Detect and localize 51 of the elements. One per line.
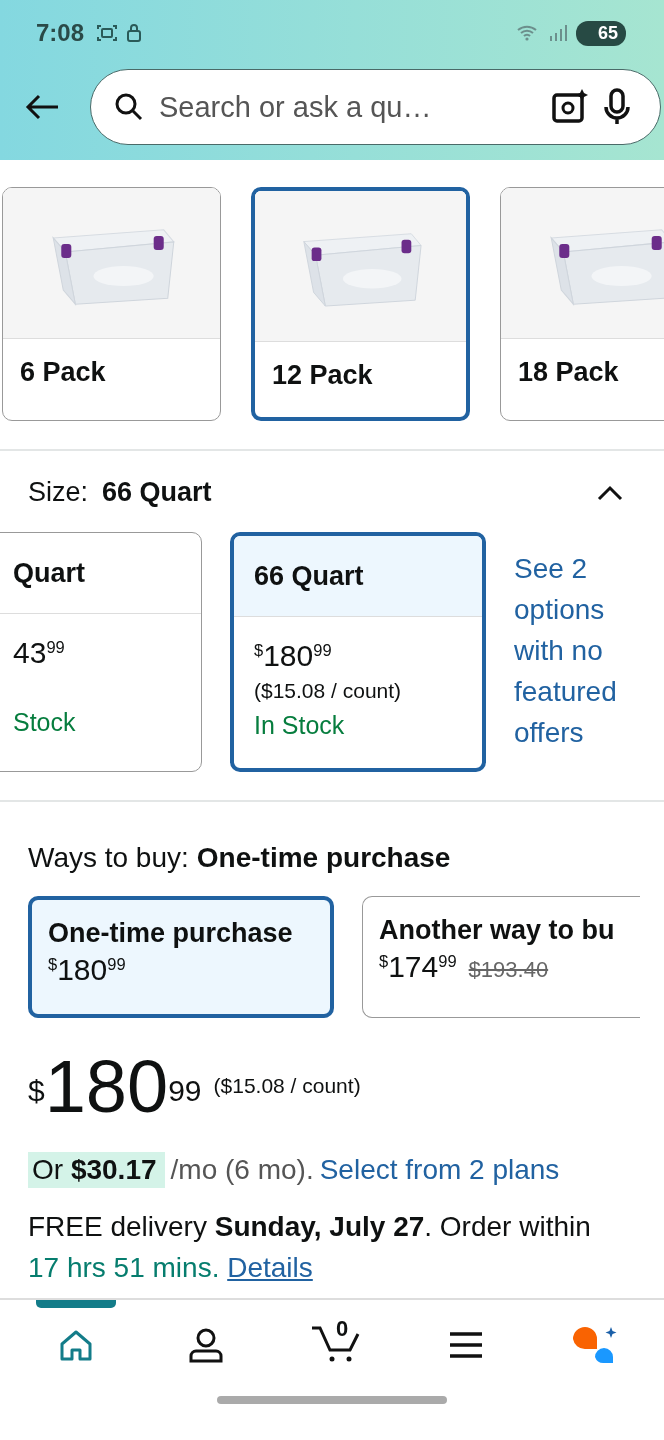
lock-icon — [126, 23, 143, 43]
unit-price: ($15.08 / count) — [254, 679, 403, 704]
option-price: $^{$}$174$^{99}$ — [379, 950, 457, 984]
size-option[interactable]: 66 Quart $^{$}$180$^{99}$ ($15.08 / count) In Stock — [230, 532, 486, 772]
search-field[interactable]: Search or ask a qu… — [157, 89, 538, 125]
details-link[interactable]: Details — [227, 1252, 313, 1283]
plans-link[interactable]: Select from 2 plans — [319, 1154, 560, 1186]
price: $^{$}$180$^{99}$ — [28, 1050, 202, 1124]
pack-option[interactable]: 6 Pack — [2, 187, 221, 421]
search-bar[interactable]: Search or ask a qu… — [90, 69, 661, 145]
pack-label: 12 Pack — [271, 359, 374, 392]
battery-indicator: 65 — [575, 20, 626, 46]
ways-label: Ways to buy: — [28, 842, 189, 874]
option-price: 43$^{99}$ — [13, 636, 66, 670]
unit-price: ($15.08 / count) — [213, 1074, 361, 1098]
search-icon — [113, 91, 145, 123]
countdown-text: 17 hrs 51 mins. — [28, 1252, 220, 1283]
see-options-link[interactable]: See 2 options with no featured offers — [514, 548, 644, 772]
cart-tab[interactable]: 0 — [296, 1300, 376, 1390]
option-title: One-time purchase — [48, 918, 294, 949]
purchase-option[interactable]: Another way to bu $^{$}$174$^{99}$ $193.40 — [362, 896, 640, 1018]
option-price: $^{$}$180$^{99}$ — [254, 639, 333, 673]
stock-status: Stock — [13, 708, 77, 737]
installment-badge: Or $30.17 — [28, 1152, 165, 1188]
status-time: 7:08 — [36, 19, 85, 47]
stock-status: In Stock — [254, 711, 346, 740]
microphone-icon[interactable] — [602, 87, 632, 127]
size-name: 66 Quart — [254, 560, 364, 592]
option-title: Another way to bu — [379, 915, 616, 946]
delivery-text: FREE delivery Sunday, July 27. Order within — [28, 1211, 591, 1242]
size-name: Quart — [13, 557, 85, 589]
pack-option[interactable]: 12 Pack — [251, 187, 470, 421]
ways-value: One-time purchase — [196, 842, 451, 874]
chevron-up-icon[interactable] — [596, 483, 624, 502]
pack-option[interactable]: 18 Pack — [500, 187, 664, 421]
person-icon — [187, 1326, 225, 1364]
list-price: $193.40 — [468, 957, 549, 983]
menu-icon — [448, 1331, 484, 1359]
pack-label: 18 Pack — [517, 356, 620, 389]
size-value: 66 Quart — [102, 477, 212, 508]
pack-label: 6 Pack — [19, 356, 107, 389]
installment-terms: /mo (6 mo). — [170, 1154, 314, 1186]
back-arrow-icon[interactable] — [24, 93, 60, 121]
screenshot-icon — [96, 23, 119, 43]
size-option[interactable]: Quart 43$^{99}$ Stock — [0, 532, 202, 772]
cart-count: 0 — [336, 1316, 349, 1342]
home-icon — [58, 1328, 94, 1362]
size-label: Size: — [28, 477, 89, 508]
option-price: $^{$}$180$^{99}$ — [48, 953, 126, 987]
signal-icon — [547, 24, 568, 42]
purchase-option[interactable]: One-time purchase $^{$}$180$^{99}$ — [28, 896, 334, 1018]
